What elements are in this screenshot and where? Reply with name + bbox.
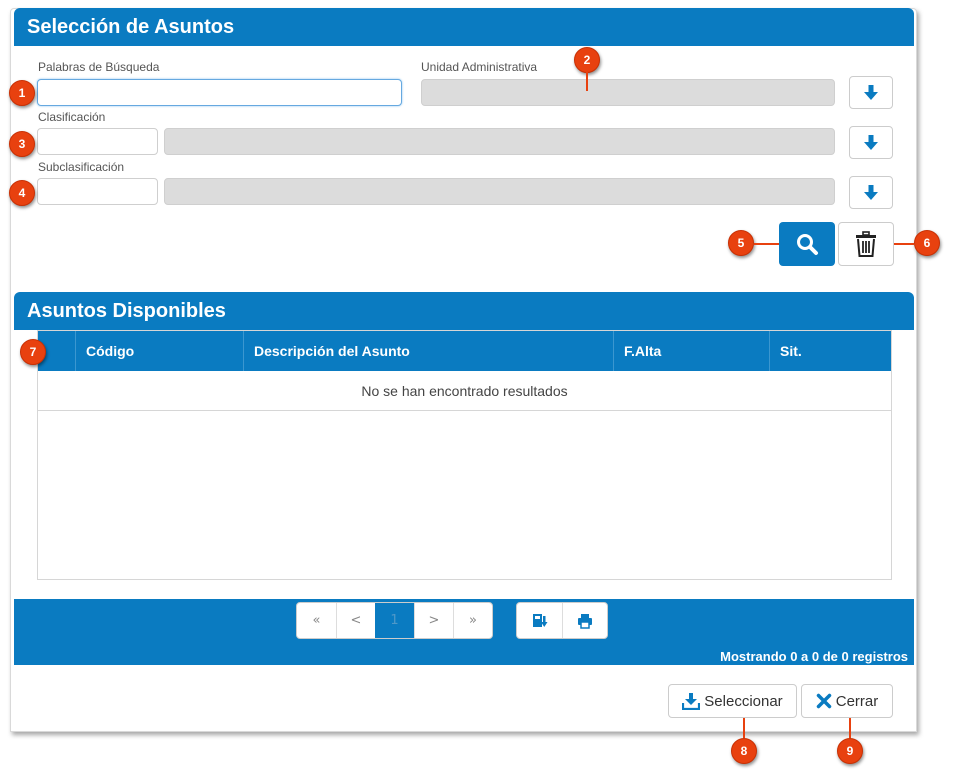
pagination: « < 1 > »: [296, 602, 493, 639]
callout-8-leader: [743, 718, 745, 738]
column-header-code[interactable]: Código: [75, 331, 243, 371]
callout-4: 4: [9, 180, 35, 206]
callout-6-leader: [894, 243, 914, 245]
search-icon: [797, 234, 818, 255]
classification-picker-button[interactable]: [849, 126, 893, 159]
results-section-title: Asuntos Disponibles: [14, 292, 914, 330]
previous-page-button[interactable]: <: [336, 603, 375, 638]
subclassification-label: Subclasificación: [38, 160, 125, 174]
next-page-button[interactable]: >: [414, 603, 453, 638]
callout-8: 8: [731, 738, 757, 764]
callout-9-leader: [849, 718, 851, 738]
current-page[interactable]: 1: [375, 603, 414, 638]
callout-2-leader: [586, 72, 588, 91]
table-header: Código Descripción del Asunto F.Alta Sit…: [38, 331, 891, 371]
classification-description-field: [164, 128, 835, 155]
callout-1: 1: [9, 80, 35, 106]
export-file-icon: [532, 613, 547, 627]
search-button[interactable]: [779, 222, 835, 266]
trash-icon: [856, 231, 876, 257]
table-tools: [516, 602, 608, 639]
table-footer: « < 1 > » Mostrando 0 a 0 de 0 registros: [14, 599, 914, 665]
select-button[interactable]: Seleccionar: [668, 684, 797, 718]
print-button[interactable]: [562, 603, 607, 638]
subclassification-description-field: [164, 178, 835, 205]
callout-3: 3: [9, 131, 35, 157]
keywords-label: Palabras de Búsqueda: [38, 60, 160, 74]
close-x-icon: [816, 693, 831, 709]
download-icon: [682, 693, 701, 710]
close-button-label: Cerrar: [835, 692, 879, 710]
select-button-label: Seleccionar: [704, 692, 783, 710]
callout-6: 6: [914, 230, 940, 256]
arrow-down-icon: [864, 184, 878, 200]
print-icon: [578, 613, 592, 629]
column-header-description[interactable]: Descripción del Asunto: [243, 331, 613, 371]
close-button[interactable]: Cerrar: [801, 684, 893, 718]
export-button[interactable]: [517, 603, 562, 638]
callout-9: 9: [837, 738, 863, 764]
clear-button[interactable]: [838, 222, 894, 266]
callout-7: 7: [20, 339, 46, 365]
arrow-down-icon: [864, 134, 878, 150]
subclassification-code-input[interactable]: [37, 178, 158, 205]
callout-5-leader: [754, 243, 779, 245]
classification-code-input[interactable]: [37, 128, 158, 155]
records-count: Mostrando 0 a 0 de 0 registros: [720, 649, 908, 664]
arrow-down-icon: [864, 84, 878, 100]
empty-results-message: No se han encontrado resultados: [38, 371, 891, 411]
search-section-title: Selección de Asuntos: [14, 8, 914, 46]
column-header-date[interactable]: F.Alta: [613, 331, 769, 371]
column-header-status[interactable]: Sit.: [769, 331, 891, 371]
last-page-button[interactable]: »: [453, 603, 492, 638]
callout-2: 2: [574, 47, 600, 73]
callout-5: 5: [728, 230, 754, 256]
admin-unit-field: [421, 79, 835, 106]
first-page-button[interactable]: «: [297, 603, 336, 638]
admin-unit-label: Unidad Administrativa: [421, 60, 538, 74]
classification-label: Clasificación: [38, 110, 106, 124]
keywords-input[interactable]: [37, 79, 402, 106]
results-table: Código Descripción del Asunto F.Alta Sit…: [37, 330, 892, 580]
admin-unit-picker-button[interactable]: [849, 76, 893, 109]
subclassification-picker-button[interactable]: [849, 176, 893, 209]
